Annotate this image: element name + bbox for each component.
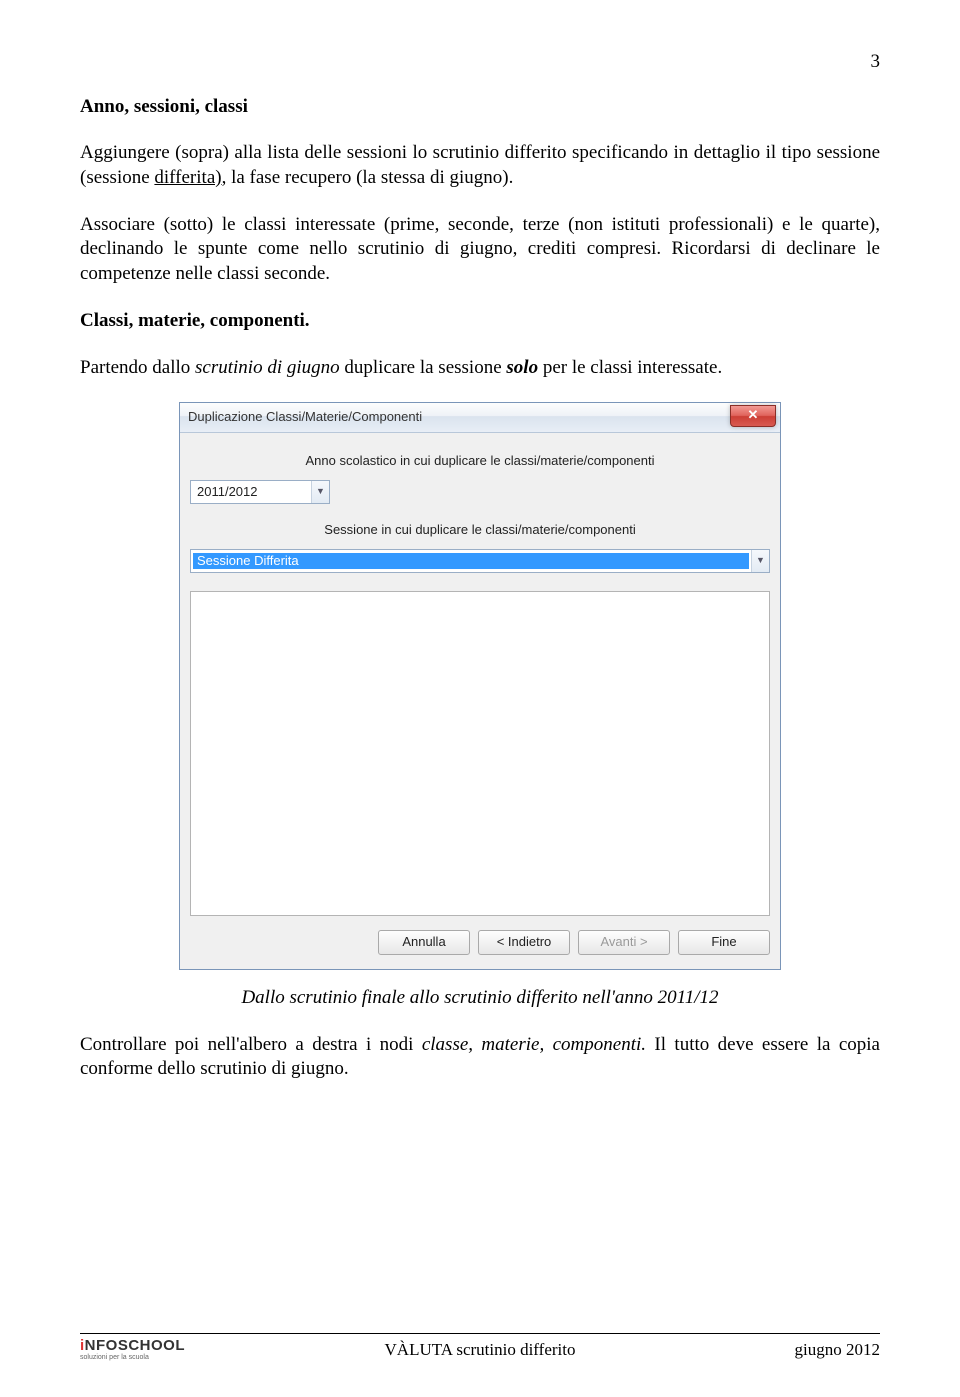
cancel-button[interactable]: Annulla xyxy=(378,930,470,955)
paragraph-3: Partendo dallo scrutinio di giugno dupli… xyxy=(80,356,880,381)
footer-center: VÀLUTA scrutinio differito xyxy=(80,1339,880,1361)
chevron-down-icon: ▼ xyxy=(751,550,769,572)
paragraph-1: Aggiungere (sopra) alla lista delle sess… xyxy=(80,141,880,190)
combo-sessione[interactable]: Sessione Differita ▼ xyxy=(190,549,770,573)
heading-classi: Classi, materie, componenti. xyxy=(80,309,880,334)
para3-italic-2: solo xyxy=(506,357,538,378)
combo-anno[interactable]: 2011/2012 ▼ xyxy=(190,480,330,504)
close-icon: ✕ xyxy=(748,407,759,424)
combo-sessione-value: Sessione Differita xyxy=(193,553,749,570)
para4-a: Controllare poi nell'albero a destra i n… xyxy=(80,1034,422,1055)
heading-anno: Anno, sessioni, classi xyxy=(80,95,880,120)
chevron-down-icon: ▼ xyxy=(311,481,329,503)
paragraph-4: Controllare poi nell'albero a destra i n… xyxy=(80,1033,880,1082)
para1-text-b: , la fase recupero (la stessa di giugno)… xyxy=(222,167,514,188)
back-button[interactable]: < Indietro xyxy=(478,930,570,955)
dialog-title: Duplicazione Classi/Materie/Componenti xyxy=(188,409,422,426)
finish-button[interactable]: Fine xyxy=(678,930,770,955)
label-anno: Anno scolastico in cui duplicare le clas… xyxy=(190,453,770,470)
para3-c: per le classi interessate. xyxy=(538,357,722,378)
page-number: 3 xyxy=(80,50,880,75)
titlebar[interactable]: Duplicazione Classi/Materie/Componenti ✕ xyxy=(180,403,780,433)
paragraph-2: Associare (sotto) le classi interessate … xyxy=(80,213,880,287)
figure-caption: Dallo scrutinio finale allo scrutinio di… xyxy=(80,986,880,1011)
para3-italic-1: scrutinio di giugno xyxy=(195,357,340,378)
para3-a: Partendo dallo xyxy=(80,357,195,378)
next-button[interactable]: Avanti > xyxy=(578,930,670,955)
wizard-dialog: Duplicazione Classi/Materie/Componenti ✕… xyxy=(179,402,781,970)
para1-underlined: differita) xyxy=(154,167,221,188)
para3-b: duplicare la sessione xyxy=(340,357,507,378)
page-footer: iNFOSCHOOL soluzioni per la scuola VÀLUT… xyxy=(80,1333,880,1361)
para4-italic: classe, materie, componenti. xyxy=(422,1034,646,1055)
close-button[interactable]: ✕ xyxy=(730,405,776,427)
combo-anno-value: 2011/2012 xyxy=(191,484,311,501)
empty-list-area[interactable] xyxy=(190,591,770,916)
label-sessione: Sessione in cui duplicare le classi/mate… xyxy=(190,522,770,539)
button-row: Annulla < Indietro Avanti > Fine xyxy=(190,926,770,959)
